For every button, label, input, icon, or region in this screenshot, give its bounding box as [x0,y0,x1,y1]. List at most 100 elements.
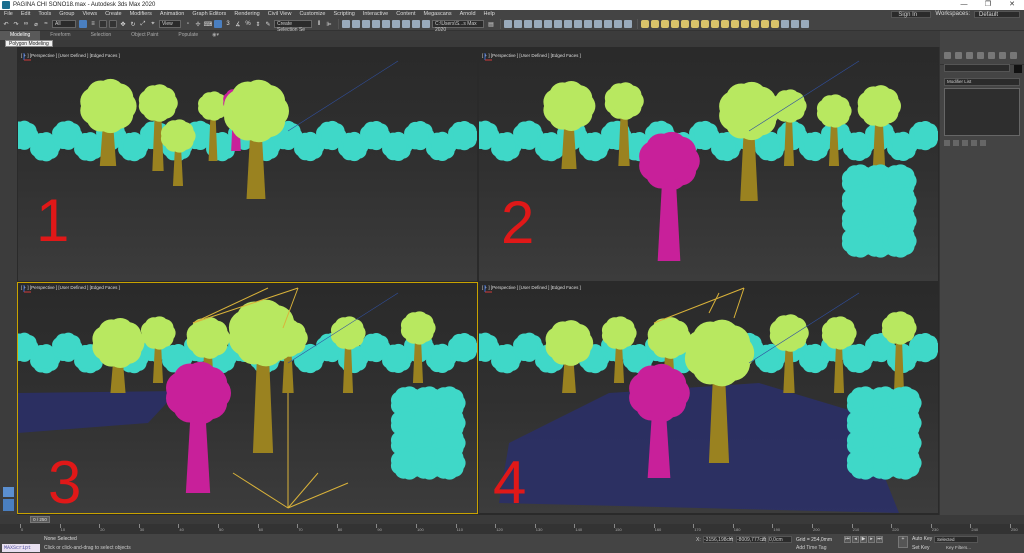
menu-file[interactable]: File [4,11,13,17]
minimize-button[interactable]: — [952,0,976,10]
cloud-tool-7-icon[interactable] [701,20,709,28]
menu-help[interactable]: Help [484,11,495,17]
wrench-icon[interactable] [1010,52,1017,59]
green-tree[interactable] [684,319,755,387]
align-icon[interactable]: ⊫ [325,20,333,28]
object-name-field[interactable] [944,64,1010,72]
maximize-button[interactable]: ❐ [976,0,1000,10]
menu-graph-editors[interactable]: Graph Editors [192,11,226,17]
extra-tool-1-icon[interactable] [791,20,799,28]
pivot-icon[interactable]: ▫ [184,20,192,28]
arnold-tool-5-icon[interactable] [544,20,552,28]
snap-3d-icon[interactable]: 3 [224,20,232,28]
ribbon-toggle-icon[interactable] [362,20,370,28]
arnold-tool-1-icon[interactable] [504,20,512,28]
green-tree[interactable] [604,82,644,120]
spinner-snap-icon[interactable]: ⇕ [254,20,262,28]
scene-explorer-icon[interactable] [342,20,350,28]
globe-icon[interactable] [781,20,789,28]
show-end-result-icon[interactable] [953,140,959,146]
arnold-tool-13-icon[interactable] [624,20,632,28]
green-tree[interactable] [198,91,229,121]
rendered-frame-icon[interactable] [412,20,420,28]
previous-frame-icon[interactable]: ◂ [852,536,859,543]
project-folder-icon[interactable]: ▤ [487,20,495,28]
menu-customize[interactable]: Customize [299,11,325,17]
green-tree[interactable] [138,84,178,122]
angle-snap-icon[interactable]: ∡ [234,20,242,28]
green-tree[interactable] [400,311,436,345]
cloud-tool-2-icon[interactable] [651,20,659,28]
render-setup-icon[interactable] [402,20,410,28]
display-tab-icon[interactable] [988,52,995,59]
mirror-icon[interactable]: ⫴ [315,20,323,28]
viewport-3[interactable]: [ + ] [Perspective ] [User Defined ] [Ed… [17,282,478,514]
motion-tab-icon[interactable] [977,52,984,59]
percent-snap-icon[interactable]: % [244,20,252,28]
set-key-button[interactable]: Set Key [912,545,930,551]
object-color-swatch[interactable] [1014,65,1022,73]
menu-content[interactable]: Content [396,11,415,17]
selection-filter-dropdown[interactable]: All [52,20,76,28]
redo-icon[interactable]: ↷ [12,20,20,28]
cloud-tool-11-icon[interactable] [741,20,749,28]
menu-edit[interactable]: Edit [21,11,30,17]
utilities-tab-icon[interactable] [999,52,1006,59]
arnold-tool-10-icon[interactable] [594,20,602,28]
viewport-label[interactable]: [ + ] [Perspective ] [User Defined ] [Ed… [482,53,581,58]
viewport-1[interactable]: [ + ] [Perspective ] [User Defined ] [Ed… [18,51,477,281]
arnold-tool-8-icon[interactable] [574,20,582,28]
z-coordinate-field[interactable]: 0,0cm [768,536,792,543]
menu-rendering[interactable]: Rendering [234,11,259,17]
viewport-2[interactable]: [ + ] [Perspective ] [User Defined ] [Ed… [479,51,938,281]
tab-modeling[interactable]: Modeling [0,31,41,40]
menu-arnold[interactable]: Arnold [460,11,476,17]
undo-icon[interactable]: ↶ [2,20,10,28]
add-key-icon[interactable]: + [898,536,908,548]
next-frame-icon[interactable]: ▸ [868,536,875,543]
menu-interactive[interactable]: Interactive [363,11,388,17]
arnold-tool-6-icon[interactable] [554,20,562,28]
modify-tab-icon[interactable] [955,52,962,59]
menu-modifiers[interactable]: Modifiers [130,11,152,17]
green-tree[interactable] [816,94,852,128]
schematic-view-icon[interactable] [382,20,390,28]
menu-tools[interactable]: Tools [38,11,51,17]
cloud-tool-13-icon[interactable] [761,20,769,28]
move-icon[interactable]: ✥ [119,20,127,28]
modifier-list-dropdown[interactable]: Modifier List [944,78,1020,86]
key-filters-button[interactable]: Key Filters... [946,545,971,550]
select-object-icon[interactable] [79,20,87,28]
layout-tab-2-icon[interactable] [3,499,14,511]
arnold-tool-4-icon[interactable] [534,20,542,28]
curve-editor-icon[interactable] [372,20,380,28]
pin-stack-icon[interactable] [944,140,950,146]
tab-populate[interactable]: Populate [168,31,208,40]
project-path-dropdown[interactable]: C:\Users\S...s Max 2020 [432,20,484,33]
tab-freeform[interactable]: Freeform [40,31,80,40]
green-tree[interactable] [80,78,137,134]
cloud-tool-1-icon[interactable] [641,20,649,28]
close-button[interactable]: ✕ [1000,0,1024,10]
cloud-tool-3-icon[interactable] [661,20,669,28]
workspace-select[interactable]: Default [974,10,1020,18]
cloud-tool-6-icon[interactable] [691,20,699,28]
window-crossing-icon[interactable] [109,20,117,28]
unlink-icon[interactable]: ⌀ [32,20,40,28]
menu-megascans[interactable]: Megascans [423,11,451,17]
green-tree[interactable] [543,80,596,132]
maxscript-listener[interactable]: MAXScript Mini [2,544,40,552]
material-editor-icon[interactable] [392,20,400,28]
named-selection-dropdown[interactable]: Create Selection Se [274,20,312,33]
go-to-end-icon[interactable]: ⏭ [876,536,883,543]
arnold-tool-3-icon[interactable] [524,20,532,28]
cloud-tool-12-icon[interactable] [751,20,759,28]
time-slider[interactable]: 0 / 250 [30,516,50,523]
cloud-tool-10-icon[interactable] [731,20,739,28]
placement-icon[interactable]: ⌖ [149,20,157,28]
arnold-tool-12-icon[interactable] [614,20,622,28]
menu-views[interactable]: Views [83,11,98,17]
sign-in-button[interactable]: Sign In [891,10,932,18]
arnold-tool-7-icon[interactable] [564,20,572,28]
viewport-label[interactable]: [ + ] [Perspective ] [User Defined ] [Ed… [482,285,581,290]
